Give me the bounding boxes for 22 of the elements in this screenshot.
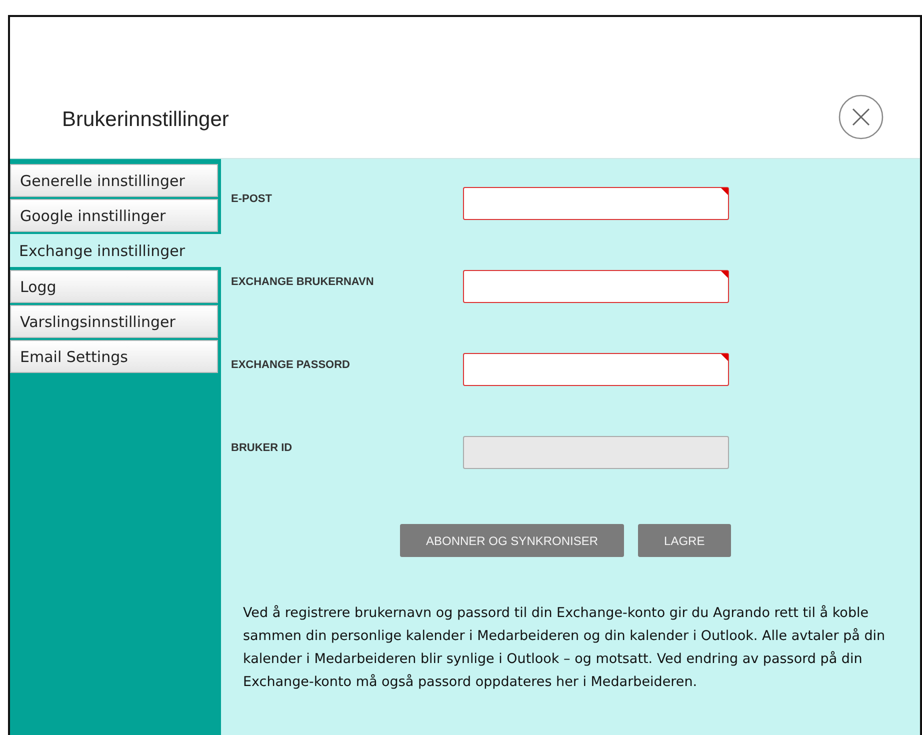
required-marker-icon <box>721 271 728 278</box>
info-text: Ved å registrere brukernavn og passord til din Exchange-konto gir du Agrando rett til å koble sammen din personlige kalender i Medarbeideren og din kalender i Outlook. Alle avtaler på din kalender i Medarbeideren blir synlige i Outlook – og motsatt. Ved endring av passord på din Exchange-konto må også passord oppdateres her i Medarbeideren. <box>243 604 886 692</box>
field-label: EXCHANGE PASSORD <box>231 358 351 373</box>
required-marker-icon <box>721 188 728 195</box>
sidebar-tab[interactable]: Email Settings <box>10 340 218 373</box>
sidebar-tab[interactable]: Google innstillinger <box>10 199 218 232</box>
close-icon[interactable] <box>838 94 884 140</box>
input-field[interactable] <box>463 353 729 386</box>
sidebar-tab[interactable]: Generelle innstillinger <box>10 164 218 197</box>
input-field[interactable] <box>463 187 729 220</box>
field-label: E-POST <box>231 192 273 207</box>
required-marker-icon <box>721 354 728 361</box>
sidebar-tab[interactable]: Varslingsinnstillinger <box>10 305 218 338</box>
dialog-title: Brukerinnstillinger <box>62 108 229 132</box>
sidebar-tab[interactable]: Logg <box>10 270 218 303</box>
sidebar-tab[interactable]: Exchange innstillinger <box>10 234 221 267</box>
input-field[interactable] <box>463 270 729 303</box>
save-button[interactable]: LAGRE <box>638 524 731 557</box>
field-label: BRUKER ID <box>231 441 294 456</box>
subscribe-sync-button[interactable]: ABONNER OG SYNKRONISER <box>400 524 624 557</box>
readonly-field[interactable] <box>463 436 729 469</box>
field-label: EXCHANGE BRUKERNAVN <box>231 275 375 290</box>
